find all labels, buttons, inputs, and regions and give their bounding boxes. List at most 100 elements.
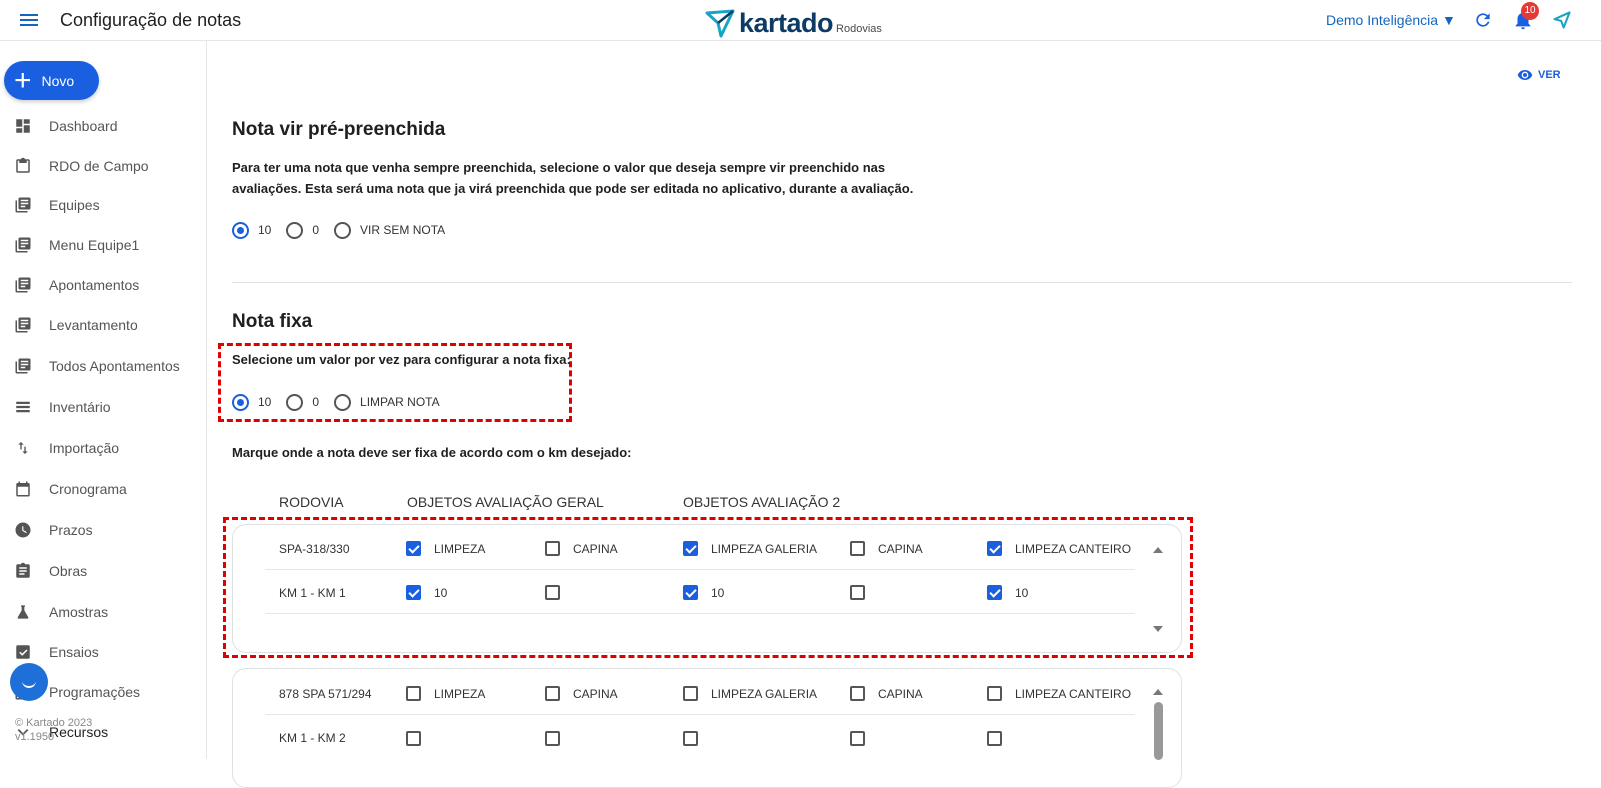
sidebar-item-importacao[interactable]: Importação (0, 431, 206, 465)
checkbox-label: CAPINA (878, 686, 923, 701)
fixed-instruction: Selecione um valor por vez para configur… (232, 352, 571, 367)
object-checkbox-cell: CAPINA (545, 541, 618, 556)
road-name: SPA-318/330 (279, 541, 350, 556)
sidebar-item-todos-apontamentos[interactable]: Todos Apontamentos (0, 349, 206, 383)
sidebar-item-inventario[interactable]: Inventário (0, 390, 206, 424)
prefilled-radio-0[interactable] (286, 221, 304, 239)
sidebar-item-label: Programações (49, 684, 141, 700)
checkbox-capina-2[interactable] (850, 686, 865, 701)
radio-label: VIR SEM NOTA (360, 223, 446, 237)
notification-count-badge: 10 (1521, 2, 1539, 20)
km-checkbox-cell: 10 (406, 585, 447, 600)
sidebar-item-prazos[interactable]: Prazos (0, 513, 206, 547)
sidebar-item-label: Inventário (49, 399, 111, 415)
eye-icon (1517, 70, 1533, 80)
sidebar-item-levantamento[interactable]: Levantamento (0, 308, 206, 342)
object-checkbox-cell: LIMPEZA CANTEIRO (987, 541, 1131, 556)
sidebar-item-obras[interactable]: Obras (0, 554, 206, 588)
prefilled-radio-group: 10 0 VIR SEM NOTA (232, 220, 460, 240)
km-checkbox-limpeza-canteiro[interactable] (987, 730, 1002, 746)
new-button[interactable]: + Novo (4, 61, 99, 100)
radio-label: 10 (258, 395, 272, 409)
radio-label: 10 (258, 223, 272, 237)
logo-text: kartado (739, 8, 834, 38)
sidebar-item-cronograma[interactable]: Cronograma (0, 472, 206, 506)
km-checkbox-limpeza-galeria[interactable] (683, 585, 698, 600)
km-checkbox-cell (406, 730, 421, 746)
checkbox-limpeza-galeria[interactable] (683, 541, 698, 556)
library-books-icon (13, 235, 33, 255)
hamburger-menu-icon[interactable] (20, 11, 38, 29)
fixed-radio-10[interactable] (232, 393, 249, 411)
checkbox-label: LIMPEZA (434, 686, 486, 701)
checkbox-capina-2[interactable] (850, 541, 865, 556)
column-header-rodovia: RODOVIA (279, 494, 344, 510)
km-checkbox-capina-2[interactable] (850, 730, 865, 746)
sidebar-item-dashboard[interactable]: Dashboard (0, 109, 206, 143)
scroll-down-arrow[interactable] (1153, 626, 1163, 632)
column-header-objetos-2: OBJETOS AVALIAÇÃO 2 (683, 494, 841, 510)
km-checkbox-capina[interactable] (545, 730, 560, 746)
fixed-radio-0[interactable] (286, 393, 304, 411)
send-icon[interactable] (1552, 10, 1572, 30)
kartado-logo[interactable]: kartado Rodovias (705, 4, 882, 38)
calendar-icon (13, 479, 33, 499)
radio-label: LIMPAR NOTA (360, 395, 440, 409)
km-checkbox-capina-2[interactable] (850, 585, 865, 600)
km-checkbox-limpeza-canteiro[interactable] (987, 585, 1002, 600)
account-selector[interactable]: Demo Inteligência ▼ (1326, 12, 1456, 28)
sidebar-item-label: Apontamentos (49, 277, 140, 293)
checkbox-label: CAPINA (573, 541, 618, 556)
clipboard-icon (13, 156, 33, 176)
km-checkbox-limpeza[interactable] (406, 730, 421, 746)
checkbox-limpeza-canteiro[interactable] (987, 541, 1002, 556)
prefilled-radio-10[interactable] (232, 221, 249, 239)
import-export-icon (13, 438, 33, 458)
checkbox-capina[interactable] (545, 541, 560, 556)
scroll-up-arrow[interactable] (1153, 547, 1163, 553)
sidebar-item-label: RDO de Campo (49, 158, 149, 174)
view-button[interactable]: VER (1517, 67, 1561, 83)
object-checkbox-cell: LIMPEZA (406, 686, 485, 701)
km-value: 10 (434, 585, 448, 600)
refresh-icon[interactable] (1473, 10, 1493, 30)
checkbox-limpeza[interactable] (406, 541, 421, 556)
sidebar-item-menu-equipe1[interactable]: Menu Equipe1 (0, 228, 206, 262)
fixed-section-title: Nota fixa (232, 311, 313, 332)
sidebar-item-label: Menu Equipe1 (49, 237, 140, 253)
checkbox-limpeza-galeria[interactable] (683, 686, 698, 701)
checkbox-label: LIMPEZA CANTEIRO (1015, 541, 1132, 556)
sidebar-item-apontamentos[interactable]: Apontamentos (0, 268, 206, 302)
km-checkbox-cell (850, 585, 878, 600)
sidebar-item-amostras[interactable]: Amostras (0, 595, 206, 629)
sidebar-item-rdo-de-campo[interactable]: RDO de Campo (0, 149, 206, 183)
road-card: 878 SPA 571/294 LIMPEZA CAPINA LIMPEZA G… (232, 668, 1182, 788)
km-checkbox-capina[interactable] (545, 585, 560, 600)
chat-support-icon[interactable] (10, 663, 48, 701)
object-checkbox-cell: CAPINA (850, 541, 923, 556)
checkbox-limpeza[interactable] (406, 686, 421, 701)
km-checkbox-limpeza[interactable] (406, 585, 421, 600)
checkbox-limpeza-canteiro[interactable] (987, 686, 1002, 701)
dashboard-icon (13, 116, 33, 136)
checkbox-capina[interactable] (545, 686, 560, 701)
fixed-radio-clear[interactable] (334, 393, 352, 411)
library-books-icon (13, 195, 33, 215)
km-row: KM 1 - KM 2 (265, 717, 1135, 759)
sidebar-item-label: Ensaios (49, 644, 99, 660)
prefilled-radio-no-grade[interactable] (334, 221, 352, 239)
top-bar: Configuração de notas kartado Rodovias D… (0, 0, 1601, 41)
sidebar-item-equipes[interactable]: Equipes (0, 188, 206, 222)
checkbox-label: LIMPEZA CANTEIRO (1015, 686, 1132, 701)
scrollbar-thumb[interactable] (1154, 702, 1163, 760)
km-checkbox-cell (683, 730, 698, 746)
checkbox-label: LIMPEZA GALERIA (711, 686, 818, 701)
km-checkbox-limpeza-galeria[interactable] (683, 730, 698, 746)
library-books-icon (13, 275, 33, 295)
scroll-up-arrow[interactable] (1153, 689, 1163, 695)
section-divider (232, 282, 1572, 283)
sidebar-item-label: Levantamento (49, 317, 138, 333)
logo-subtitle: Rodovias (836, 23, 882, 35)
km-checkbox-cell (987, 730, 1002, 746)
checkbox-label: LIMPEZA GALERIA (711, 541, 818, 556)
